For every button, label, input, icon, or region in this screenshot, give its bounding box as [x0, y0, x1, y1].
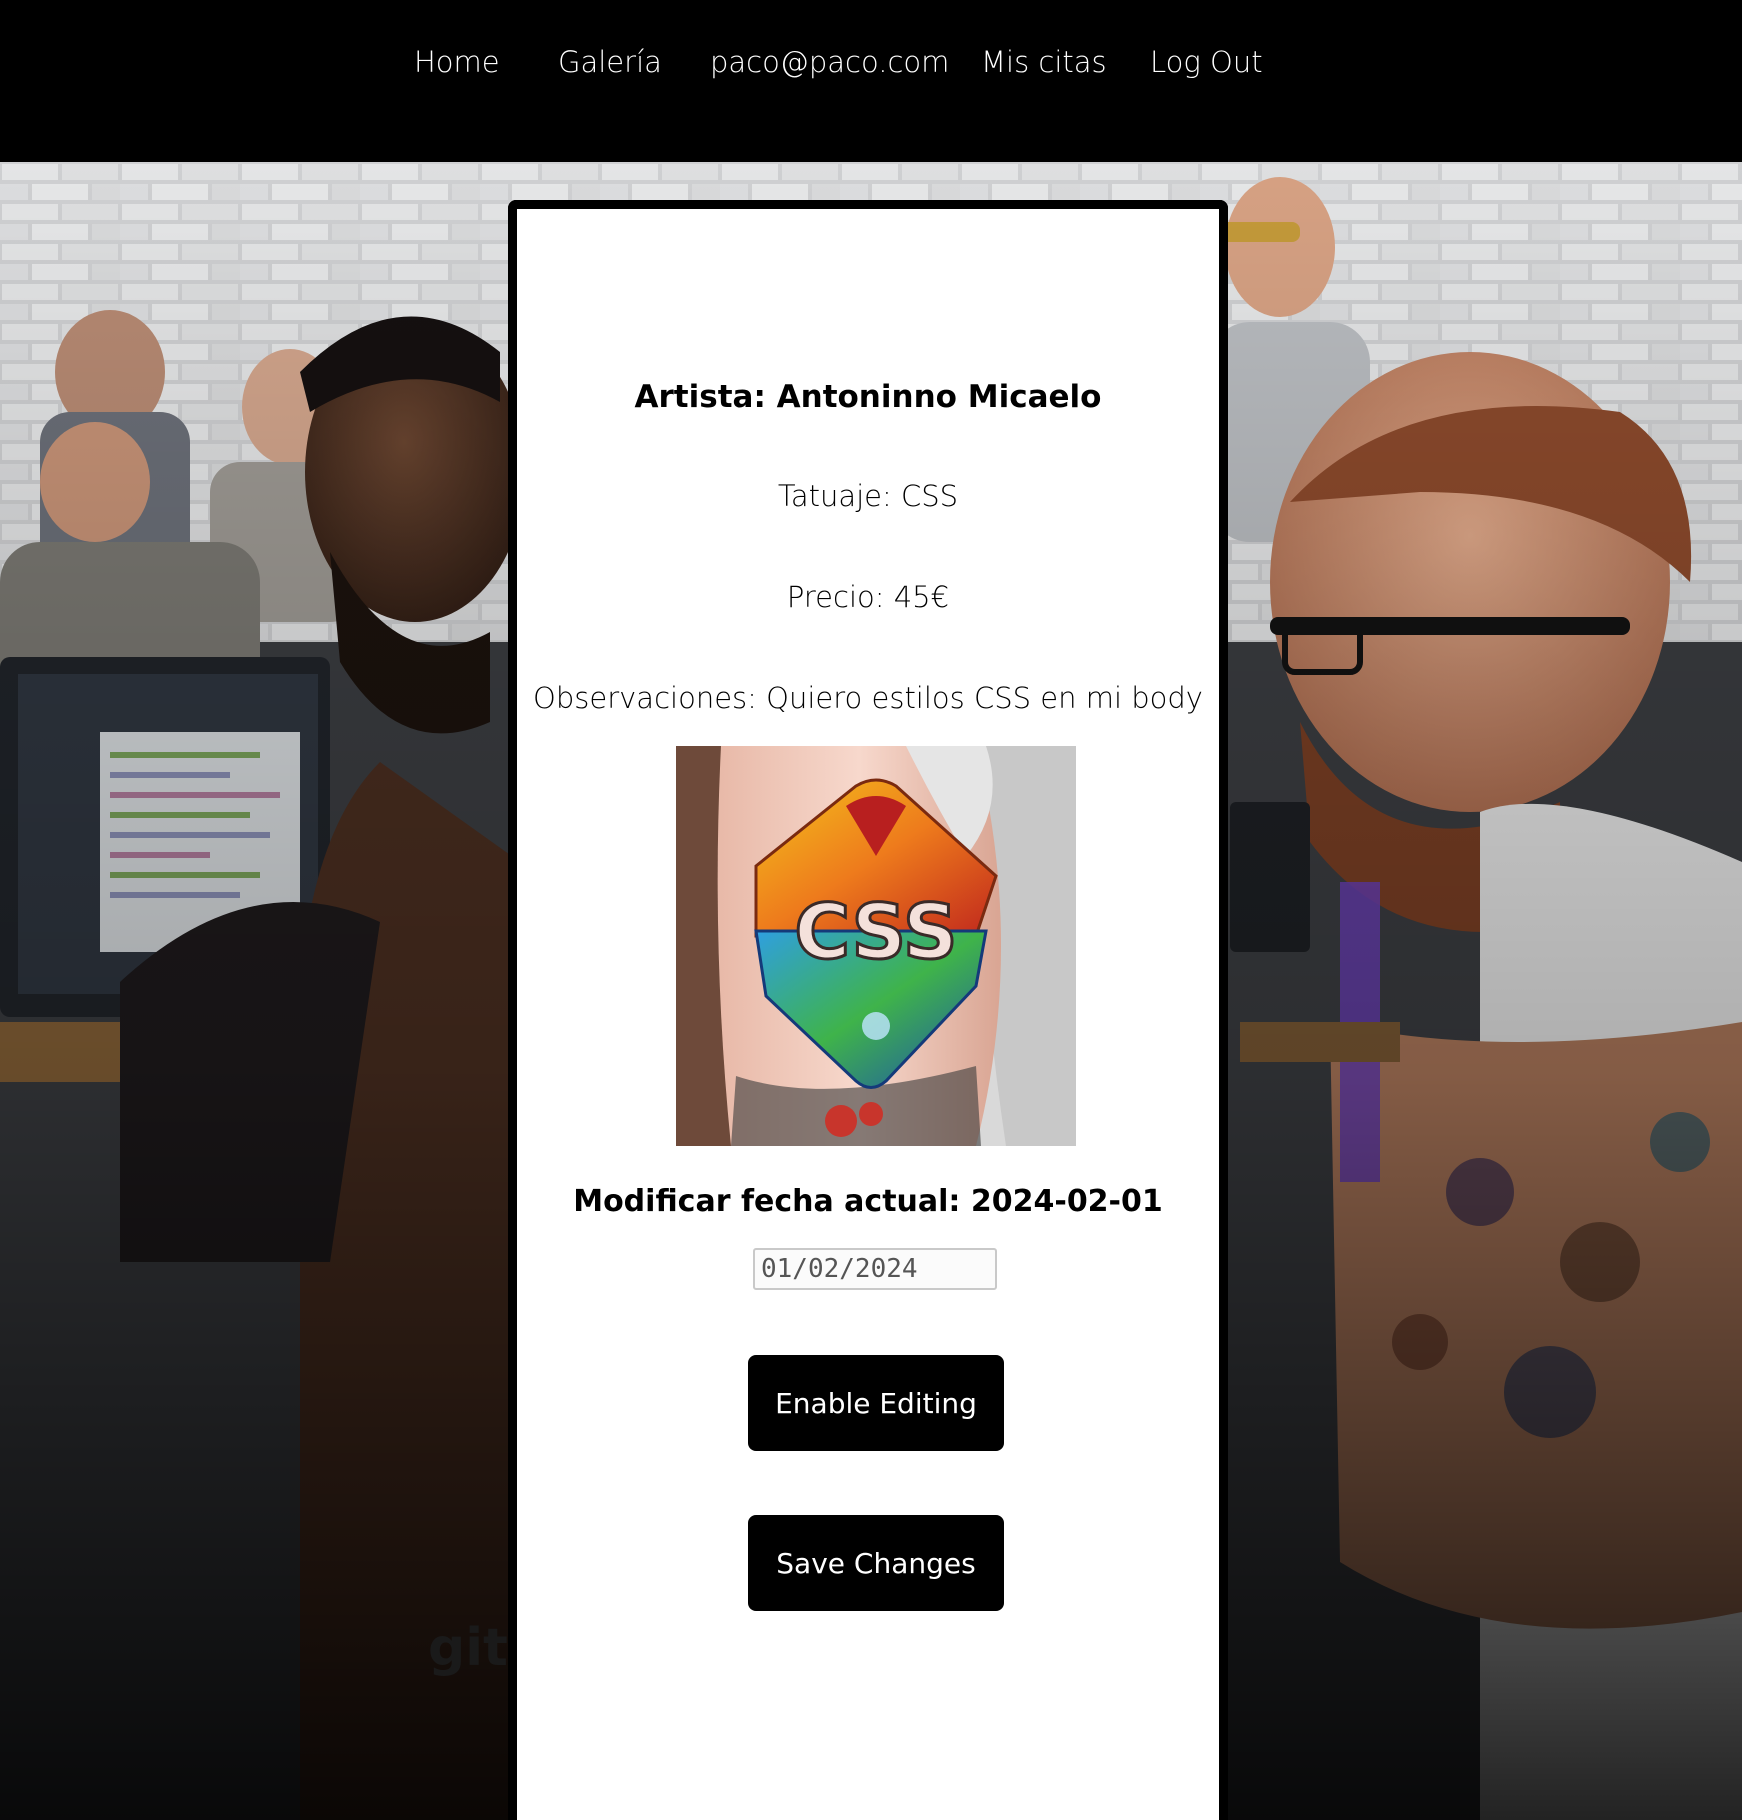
nav-home-link[interactable]: Home: [414, 40, 500, 84]
appointment-card: Artista: Antoninno Micaelo Tatuaje: CSS …: [508, 200, 1228, 1820]
background-watermark-text: git: [428, 1618, 508, 1678]
current-date-heading: Modificar fecha actual: 2024-02-01: [573, 1184, 1163, 1219]
nav-logout-link[interactable]: Log Out: [1150, 40, 1263, 84]
enable-editing-button[interactable]: Enable Editing: [748, 1355, 1004, 1451]
top-navbar: Home Galería paco@paco.com Mis citas Log…: [0, 0, 1742, 162]
tattoo-image: CSS: [676, 746, 1076, 1146]
nav-gallery-link[interactable]: Galería: [558, 40, 662, 84]
save-changes-button[interactable]: Save Changes: [748, 1515, 1004, 1611]
appointment-observations: Observaciones: Quiero estilos CSS en mi …: [533, 681, 1203, 715]
appointment-date-input[interactable]: [753, 1248, 997, 1290]
nav-my-appointments-link[interactable]: Mis citas: [981, 40, 1107, 84]
nav-user-email-link[interactable]: paco@paco.com: [710, 40, 949, 84]
tattoo-image-text: CSS: [794, 887, 957, 976]
tattoo-name: Tatuaje: CSS: [777, 479, 959, 513]
tattoo-price: Precio: 45€: [786, 580, 950, 614]
artist-name: Artista: Antoninno Micaelo: [634, 379, 1102, 415]
